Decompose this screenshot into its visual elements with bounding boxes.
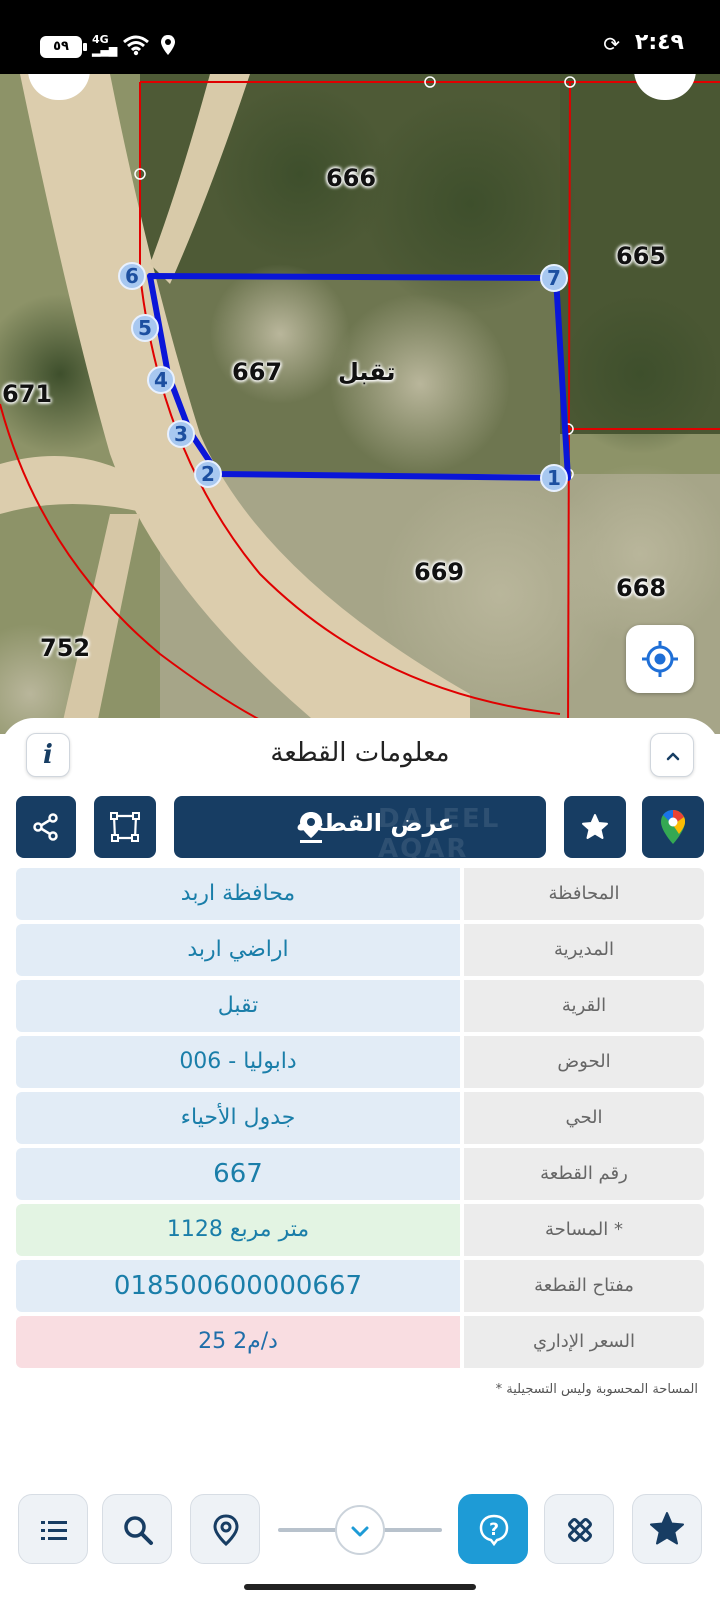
table-row: 667 رقم القطعة xyxy=(16,1148,704,1200)
vertex-marker[interactable]: 7 xyxy=(540,264,568,292)
favorite-button[interactable] xyxy=(564,796,626,858)
row-key: القرية xyxy=(464,980,704,1032)
share-icon xyxy=(33,813,58,841)
table-row: 25 د/م2 السعر الإداري xyxy=(16,1316,704,1368)
row-value: اراضي اربد xyxy=(16,924,460,976)
crosshair-icon xyxy=(642,641,678,677)
table-row: 018500600000667 مفتاح القطعة xyxy=(16,1260,704,1312)
action-bar: DALEEL AQAR عرض القطعة xyxy=(0,796,720,864)
map-pin-icon xyxy=(213,1514,239,1547)
table-row: 1128 متر مربع المساحة * xyxy=(16,1204,704,1256)
row-key: المساحة * xyxy=(464,1204,704,1256)
my-location-button[interactable] xyxy=(626,625,694,693)
tools-icon xyxy=(568,1518,592,1542)
panel-toggle-handle[interactable] xyxy=(335,1505,385,1555)
help-button[interactable]: ? xyxy=(458,1494,528,1564)
panel-title: معلومات القطعة xyxy=(270,738,450,768)
parcel-label: 668 xyxy=(616,574,667,602)
vertex-marker[interactable]: 2 xyxy=(194,460,222,488)
show-parcel-button[interactable]: DALEEL AQAR عرض القطعة xyxy=(174,796,546,864)
star-icon xyxy=(582,814,608,839)
row-value: جدول الأحياء xyxy=(16,1092,460,1144)
clock: ٢:٤٩ xyxy=(634,30,684,55)
village-label: تقبل xyxy=(338,358,396,386)
location-status-icon xyxy=(161,35,175,55)
row-key: الحوض xyxy=(464,1036,704,1088)
svg-text:?: ? xyxy=(489,1520,499,1540)
table-row: تقبل القرية xyxy=(16,980,704,1032)
row-value: تقبل xyxy=(16,980,460,1032)
star-icon xyxy=(650,1512,684,1545)
row-key: رقم القطعة xyxy=(464,1148,704,1200)
vertex-marker[interactable]: 4 xyxy=(147,366,175,394)
wifi-icon xyxy=(123,35,149,56)
row-key: المديرية xyxy=(464,924,704,976)
parcel-label: 666 xyxy=(326,164,377,192)
saved-locations-button[interactable] xyxy=(190,1494,260,1564)
row-value: محافظة اربد xyxy=(16,868,460,920)
row-key: الحي xyxy=(464,1092,704,1144)
bottom-toolbar: ? xyxy=(0,1478,720,1600)
favorites-button[interactable] xyxy=(632,1494,702,1564)
parcel-info-panel: i معلومات القطعة DALEEL AQAR عرض القطعة … xyxy=(0,718,720,1600)
parcel-label: 671 xyxy=(2,380,53,408)
table-row: جدول الأحياء الحي xyxy=(16,1092,704,1144)
area-footnote: * المساحة المحسوبة وليس التسجيلية xyxy=(495,1382,698,1397)
parcel-label: 669 xyxy=(414,558,465,586)
map-view[interactable]: 666 665 667 تقبل 671 669 668 752 1 2 3 4… xyxy=(0,74,720,734)
help-icon: ? xyxy=(479,1514,509,1547)
network-label: 4G xyxy=(92,33,109,46)
chevron-up-icon xyxy=(666,752,680,761)
vertex-marker[interactable]: 5 xyxy=(131,314,159,342)
row-key: المحافظة xyxy=(464,868,704,920)
row-key: مفتاح القطعة xyxy=(464,1260,704,1312)
row-key: السعر الإداري xyxy=(464,1316,704,1368)
vertex-marker[interactable]: 1 xyxy=(540,464,568,492)
battery-indicator: ٥٩ xyxy=(40,36,87,58)
vertex-marker[interactable]: 3 xyxy=(167,420,195,448)
vertex-marker[interactable]: 6 xyxy=(118,262,146,290)
table-row: اراضي اربد المديرية xyxy=(16,924,704,976)
google-maps-button[interactable] xyxy=(642,796,704,858)
parcel-bounds-button[interactable] xyxy=(94,796,156,858)
search-icon xyxy=(124,1516,153,1545)
network-indicator: 4G ▂▄▆ xyxy=(92,33,118,57)
share-button[interactable] xyxy=(16,796,76,858)
row-value: 1128 متر مربع xyxy=(16,1204,460,1256)
row-value: 25 د/م2 xyxy=(16,1316,460,1368)
menu-button[interactable] xyxy=(18,1494,88,1564)
tools-button[interactable] xyxy=(544,1494,614,1564)
parcel-label: 665 xyxy=(616,242,667,270)
table-row: محافظة اربد المحافظة xyxy=(16,868,704,920)
google-maps-icon xyxy=(661,810,685,844)
home-indicator xyxy=(244,1584,476,1590)
search-button[interactable] xyxy=(102,1494,172,1564)
parcel-label: 752 xyxy=(40,634,91,662)
collapse-button[interactable] xyxy=(650,733,694,777)
parcel-label: 667 xyxy=(232,358,283,386)
row-value: 018500600000667 xyxy=(16,1260,460,1312)
sync-icon: ⟳ xyxy=(603,32,620,56)
status-bar: ٥٩ 4G ▂▄▆ ⟳ ٢:٤٩ xyxy=(0,0,720,74)
location-pin-icon xyxy=(300,812,322,843)
row-value: 667 xyxy=(16,1148,460,1200)
row-value: دابوليا - 006 xyxy=(16,1036,460,1088)
list-icon xyxy=(41,1521,67,1540)
polygon-icon xyxy=(110,812,140,842)
chevron-down-icon xyxy=(351,1526,369,1537)
table-row: دابوليا - 006 الحوض xyxy=(16,1036,704,1088)
parcel-info-table: محافظة اربد المحافظة اراضي اربد المديرية… xyxy=(16,868,704,1372)
